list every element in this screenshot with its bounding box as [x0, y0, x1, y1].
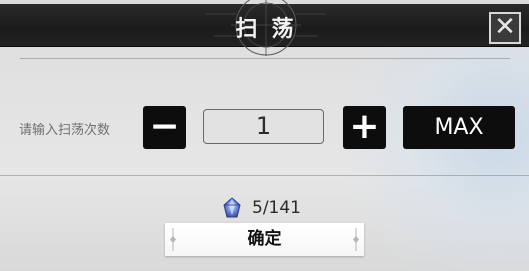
decrement-button[interactable]: −	[143, 106, 186, 149]
divider-bottom	[0, 175, 529, 176]
title-bar: 扫荡 ✕	[0, 0, 529, 56]
sweep-count-prompt: 请输入扫荡次数	[19, 123, 111, 138]
ornament-right-icon	[353, 228, 359, 251]
close-button[interactable]: ✕	[489, 12, 521, 44]
stamina-cost: 5/141	[220, 196, 301, 220]
confirm-button[interactable]: 确定	[165, 223, 364, 256]
dialog-title: 扫荡	[235, 16, 308, 42]
increment-button[interactable]: +	[343, 106, 386, 149]
max-button[interactable]: MAX	[403, 106, 515, 149]
sweep-count-input[interactable]: 1	[203, 109, 324, 144]
divider-top	[20, 58, 510, 59]
sweep-dialog: 扫荡 ✕ 请输入扫荡次数 − 1 + MAX 5/141 确定	[0, 0, 529, 271]
close-icon: ✕	[494, 12, 516, 42]
crystal-gem-icon	[223, 197, 241, 218]
stamina-cost-text: 5/141	[252, 198, 301, 218]
confirm-label: 确定	[247, 229, 282, 249]
